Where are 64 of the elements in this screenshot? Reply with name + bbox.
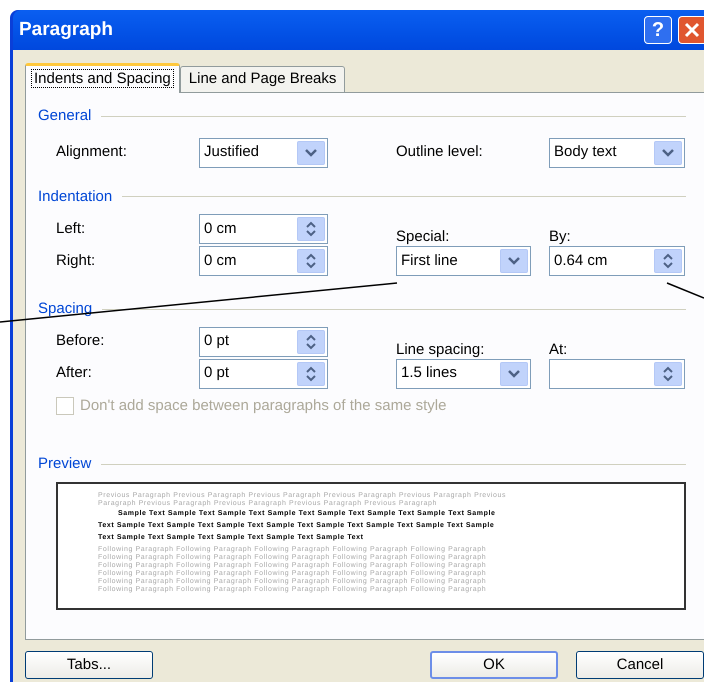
field-label: Special:: [396, 227, 450, 246]
dropdown-field[interactable]: First line: [396, 246, 531, 276]
spin-buttons[interactable]: [297, 362, 325, 386]
help-button[interactable]: ?: [644, 16, 672, 44]
field-value: 0 cm: [203, 250, 238, 271]
checkbox-label: Don't add space between paragraphs of the same style: [80, 396, 446, 416]
tab[interactable]: Indents and Spacing: [25, 63, 180, 93]
spin-buttons[interactable]: [654, 362, 682, 386]
tab[interactable]: Line and Page Breaks: [180, 66, 346, 92]
field-label: Alignment:: [56, 142, 128, 162]
leader-line: [666, 282, 704, 299]
spin-buttons[interactable]: [654, 249, 682, 273]
field-value: 0 cm: [203, 218, 238, 239]
field-value: First line: [400, 250, 459, 271]
spin-field[interactable]: 0 cm: [199, 246, 328, 276]
field-value: Justified: [203, 142, 260, 162]
field-value: 0.64 cm: [553, 250, 608, 271]
dropdown-button[interactable]: [297, 140, 325, 164]
field-label: Before:: [56, 331, 106, 352]
field-label: At:: [549, 340, 568, 358]
spin-buttons[interactable]: [297, 217, 325, 241]
up-down-arrows-icon: [306, 366, 316, 382]
spin-field[interactable]: 0 cm: [199, 214, 328, 244]
section-heading: General: [38, 106, 92, 126]
dialog-button[interactable]: Tabs...: [25, 651, 153, 679]
field-label: Outline level:: [396, 142, 484, 162]
dropdown-button[interactable]: [500, 249, 528, 273]
chevron-down-icon: [508, 370, 520, 378]
field-label: Left:: [56, 218, 86, 239]
dropdown-field[interactable]: Justified: [199, 138, 328, 168]
spin-field[interactable]: 0 pt: [199, 326, 328, 356]
dialog-button[interactable]: OK: [430, 651, 558, 679]
spin-buttons[interactable]: [297, 330, 325, 354]
field-value: Body text: [553, 142, 618, 162]
spin-field[interactable]: 0.64 cm: [549, 246, 685, 276]
spin-field[interactable]: [549, 358, 685, 388]
dropdown-field[interactable]: Body text: [549, 138, 685, 168]
dropdown-button[interactable]: [500, 362, 528, 386]
up-down-arrows-icon: [306, 221, 316, 237]
field-label: Right:: [56, 250, 96, 271]
chevron-down-icon: [305, 148, 317, 156]
chevron-down-icon: [508, 257, 520, 265]
close-button[interactable]: [678, 16, 704, 44]
field-value: 0 pt: [203, 363, 230, 384]
window-title: Paragraph: [19, 18, 114, 42]
field-value: 0 pt: [203, 331, 230, 352]
dropdown-button[interactable]: [654, 140, 682, 164]
up-down-arrows-icon: [663, 253, 673, 269]
spin-buttons[interactable]: [297, 249, 325, 273]
section-heading: Spacing: [38, 299, 92, 319]
up-down-arrows-icon: [306, 253, 316, 269]
field-label: After:: [56, 363, 93, 384]
dialog-button[interactable]: Cancel: [576, 651, 704, 679]
field-value: 1.5 lines: [400, 363, 458, 384]
up-down-arrows-icon: [663, 366, 673, 382]
field-label: By:: [549, 227, 572, 246]
section-heading: Preview: [38, 454, 92, 474]
chevron-down-icon: [662, 148, 674, 156]
field-label: Line spacing:: [396, 340, 486, 358]
up-down-arrows-icon: [306, 334, 316, 350]
section-heading: Indentation: [38, 186, 112, 206]
close-icon: [684, 22, 700, 38]
dropdown-field[interactable]: 1.5 lines: [396, 358, 531, 388]
spin-field[interactable]: 0 pt: [199, 358, 328, 388]
